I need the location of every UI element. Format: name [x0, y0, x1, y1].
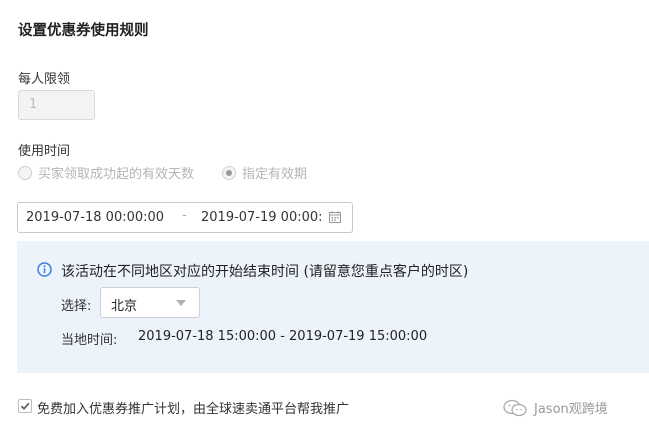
timezone-notice-text: 该活动在不同地区对应的开始结束时间 (请留意您重点客户的时区): [61, 264, 469, 280]
date-start-input[interactable]: 2019-07-18 00:00:00: [26, 210, 164, 225]
info-icon: [37, 262, 52, 277]
region-select[interactable]: 北京: [100, 287, 200, 318]
per-person-limit-label: 每人限领: [18, 72, 71, 87]
wechat-icon: [503, 399, 527, 416]
radio-fixed-period[interactable]: 指定有效期: [222, 163, 307, 182]
local-time-value: 2019-07-18 15:00:00 - 2019-07-19 15:00:0…: [138, 329, 428, 344]
date-range-separator: -: [182, 208, 187, 223]
radio-fixed-period-circle[interactable]: [222, 165, 236, 180]
chevron-down-icon: [176, 300, 186, 306]
watermark: Jason观跨境: [502, 398, 608, 417]
radio-valid-days[interactable]: 买家领取成功起的有效天数: [18, 163, 194, 182]
calendar-icon[interactable]: [329, 211, 341, 223]
region-select-value: 北京: [111, 299, 138, 314]
per-person-limit-input[interactable]: 1: [18, 90, 95, 120]
promotion-checkbox[interactable]: [18, 399, 32, 413]
date-end-input[interactable]: 2019-07-19 00:00:00: [201, 210, 321, 225]
date-range-picker[interactable]: 2019-07-18 00:00:00 - 2019-07-19 00:00:0…: [17, 202, 353, 233]
watermark-text: Jason观跨境: [534, 402, 608, 417]
page-title: 设置优惠券使用规则: [18, 23, 149, 39]
radio-valid-days-label: 买家领取成功起的有效天数: [38, 167, 195, 182]
usage-time-label: 使用时间: [18, 144, 71, 159]
region-select-label: 选择:: [61, 299, 92, 314]
radio-fixed-period-label: 指定有效期: [242, 167, 308, 182]
checkmark-icon: [20, 402, 30, 410]
radio-valid-days-circle[interactable]: [18, 165, 32, 180]
local-time-label: 当地时间:: [61, 333, 118, 348]
promotion-checkbox-label[interactable]: 免费加入优惠券推广计划，由全球速卖通平台帮我推广: [37, 398, 349, 417]
timezone-info-panel: 该活动在不同地区对应的开始结束时间 (请留意您重点客户的时区) 选择: 北京 当…: [17, 241, 649, 373]
